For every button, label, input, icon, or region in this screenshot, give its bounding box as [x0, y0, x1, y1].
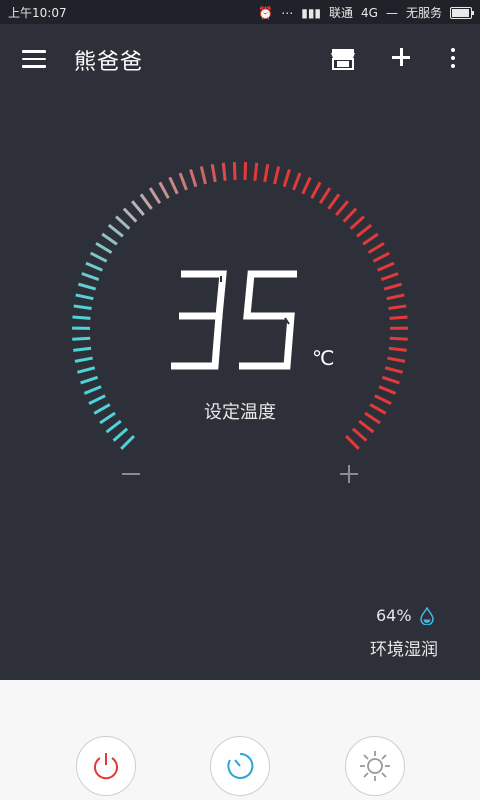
- sun-icon: [360, 751, 390, 781]
- humidity-value: 64%: [376, 606, 412, 625]
- menu-icon[interactable]: [22, 50, 46, 68]
- status-right: ⏰ ⋯ ▮▮▮ 联通 4G — 无服务: [258, 4, 474, 21]
- dial-tick: [221, 162, 227, 181]
- power-button[interactable]: [76, 736, 136, 796]
- water-drop-icon: [419, 606, 434, 625]
- dial-tick: [345, 435, 360, 450]
- battery-icon: [450, 6, 474, 19]
- dial-tick: [318, 187, 332, 205]
- dial-tick: [386, 293, 405, 301]
- dial-tick: [199, 166, 207, 185]
- dial-tick: [74, 356, 93, 363]
- power-icon: [94, 753, 118, 780]
- mode-button[interactable]: [345, 736, 405, 796]
- dial-tick: [378, 385, 397, 395]
- dial-tick: [243, 162, 248, 181]
- dial-tick: [253, 162, 259, 181]
- dial-tick: [380, 272, 399, 281]
- carrier-name: 联通: [329, 6, 354, 20]
- dial-tick: [349, 215, 365, 230]
- dial-tick: [81, 272, 100, 281]
- status-bar: 上午10:07 ⏰ ⋯ ▮▮▮ 联通 4G — 无服务: [0, 0, 480, 24]
- signal-icon: ▮▮▮: [301, 5, 322, 20]
- dial-tick: [95, 242, 113, 254]
- more-vert-icon[interactable]: [446, 48, 460, 72]
- dial-tick: [389, 315, 408, 320]
- dial-tick: [73, 304, 92, 310]
- dial-tick: [107, 223, 124, 238]
- dial-tick: [342, 207, 358, 223]
- page-title: 熊爸爸: [74, 50, 144, 75]
- dial-tick: [73, 346, 92, 352]
- service-status: 无服务: [405, 6, 442, 20]
- dial-tick: [122, 207, 138, 223]
- temperature-unit: ℃: [312, 346, 335, 370]
- dial-tick: [292, 172, 302, 191]
- dial-tick: [384, 366, 403, 374]
- dial-tick: [388, 304, 407, 310]
- dial-tick: [85, 261, 103, 272]
- dial-tick: [377, 261, 395, 272]
- dial-tick: [351, 427, 368, 442]
- dial-tick: [335, 200, 349, 216]
- humidity-display: 64% 环境湿润: [360, 606, 470, 660]
- dial-tick: [189, 168, 198, 188]
- dial-tick: [362, 232, 379, 246]
- dial-tick: [168, 176, 179, 195]
- dial-tick: [367, 242, 385, 254]
- app-toolbar: 熊爸爸: [0, 24, 480, 94]
- dial-tick: [282, 168, 291, 188]
- dial-tick: [112, 427, 129, 442]
- dial-tick: [310, 181, 322, 199]
- dial-tick: [356, 223, 373, 238]
- dial-tick: [131, 200, 145, 216]
- control-panel: [0, 680, 480, 800]
- dial-tick: [301, 176, 312, 195]
- store-icon[interactable]: [331, 48, 355, 70]
- dial-tick: [115, 215, 131, 230]
- dial-tick: [139, 193, 153, 210]
- dial-tick: [372, 251, 391, 263]
- temperature-dial: ℃ 设定温度: [0, 100, 480, 500]
- dial-tick: [210, 164, 217, 183]
- dial-tick: [75, 293, 94, 301]
- dial-tick: [89, 251, 108, 263]
- dial-tick: [388, 346, 407, 352]
- set-temperature-label: 设定温度: [204, 402, 276, 423]
- dial-tick: [72, 336, 91, 341]
- dial-tick: [80, 375, 99, 385]
- dial-tick: [273, 166, 281, 185]
- alarm-icon: ⏰: [258, 5, 274, 20]
- status-time: 上午10:07: [8, 6, 67, 20]
- dial-tick: [381, 375, 400, 385]
- increase-temperature-button[interactable]: [334, 458, 364, 488]
- dial-tick: [387, 356, 406, 363]
- add-icon[interactable]: [388, 44, 414, 70]
- no-signal-icon: —: [385, 5, 398, 20]
- timer-button[interactable]: [210, 736, 270, 796]
- dial-tick: [83, 385, 102, 395]
- set-temperature-value[interactable]: [165, 268, 305, 378]
- timer-icon: [227, 752, 254, 779]
- dial-tick: [77, 282, 97, 291]
- decrease-temperature-button[interactable]: [116, 458, 146, 488]
- dial-tick: [178, 172, 188, 191]
- dial-tick: [148, 187, 162, 205]
- dial-tick: [327, 193, 341, 210]
- dial-tick: [158, 181, 170, 199]
- dial-tick: [389, 336, 408, 341]
- dial-tick: [120, 435, 135, 450]
- dial-tick: [263, 164, 270, 183]
- humidity-label: 环境湿润: [370, 640, 438, 660]
- network-type: 4G: [361, 5, 378, 20]
- dial-tick: [232, 162, 237, 181]
- dial-tick: [77, 366, 96, 374]
- dial-tick: [383, 282, 403, 291]
- dial-tick: [72, 315, 91, 320]
- dial-tick: [101, 232, 118, 246]
- vibration-icon: ⋯: [281, 5, 294, 20]
